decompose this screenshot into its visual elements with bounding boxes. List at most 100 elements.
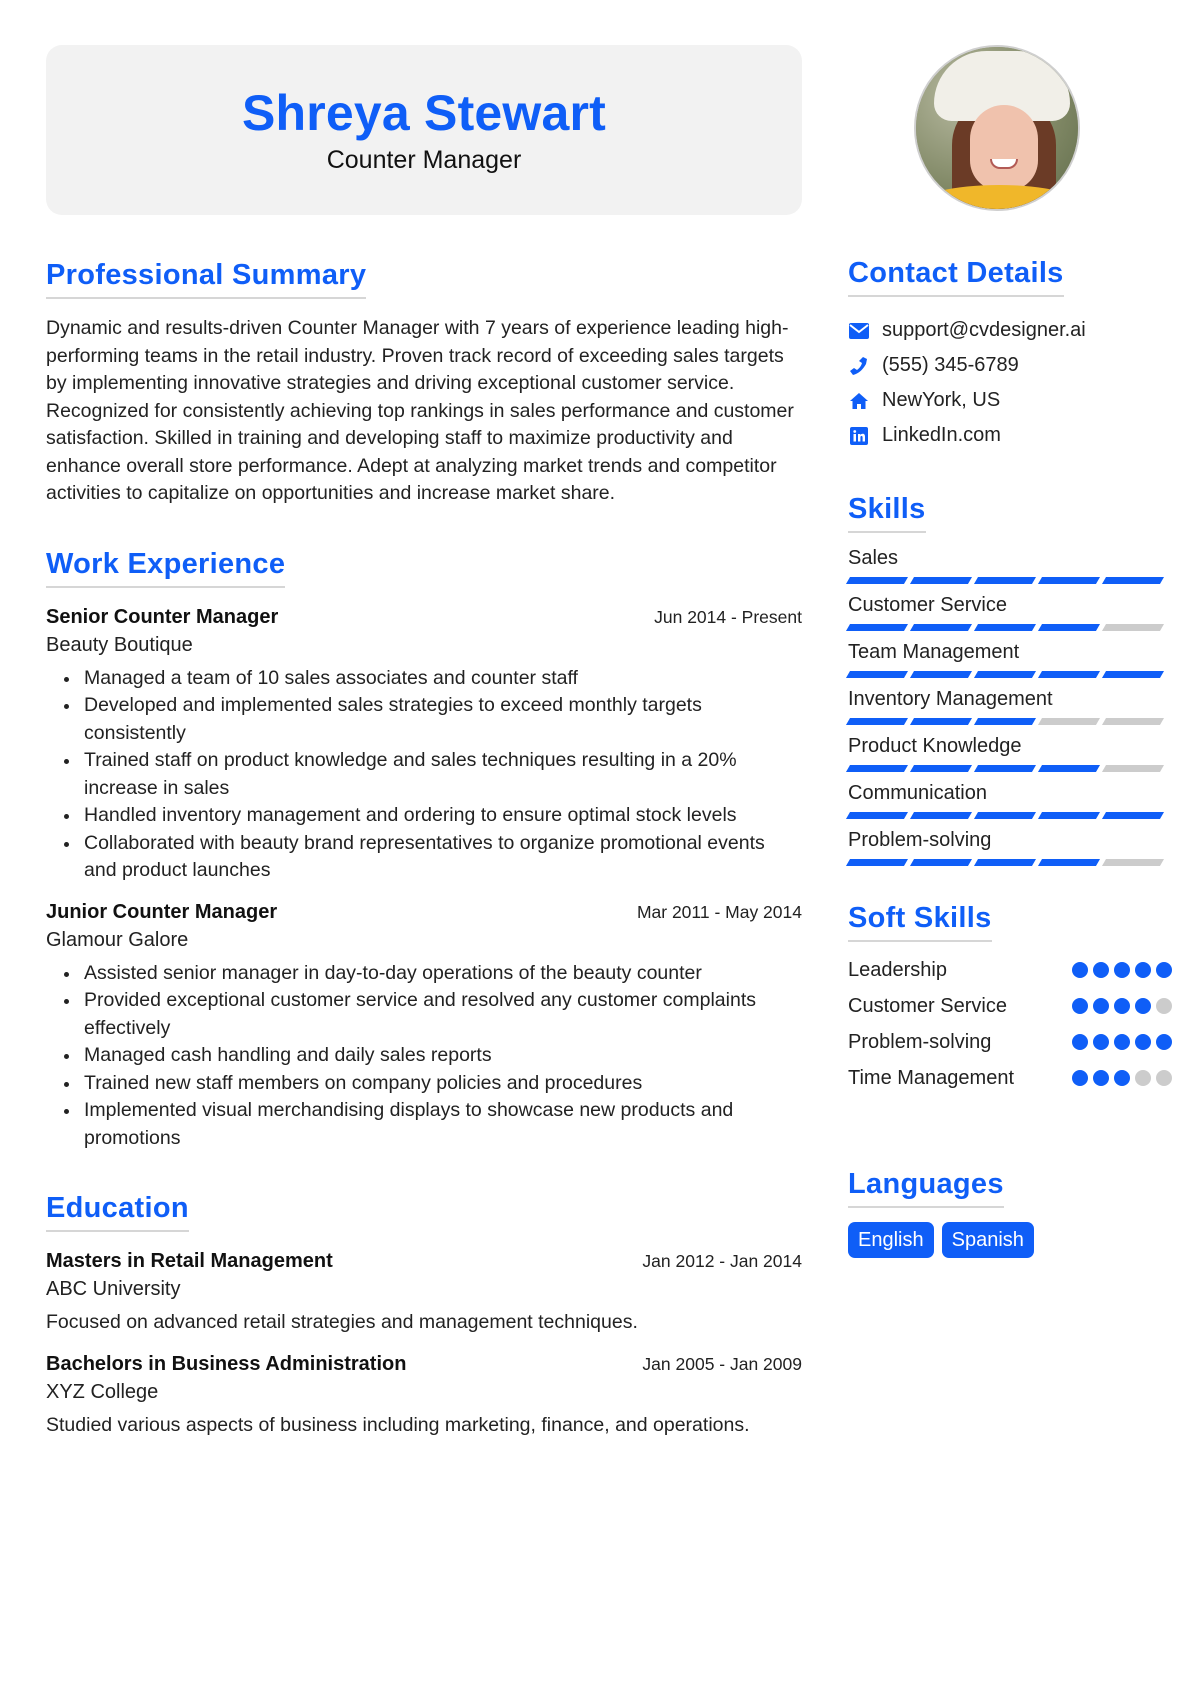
contact-heading: Contact Details [848, 255, 1064, 297]
skill-item: Communication [845, 778, 1172, 819]
rating-segment-filled [909, 859, 973, 866]
rating-segment-empty [1101, 624, 1165, 631]
rating-segment-filled [973, 718, 1037, 725]
rating-segment-filled [909, 624, 973, 631]
skill-name: Team Management [848, 641, 1020, 663]
rating-segment-filled [909, 671, 973, 678]
rating-segment-filled [973, 624, 1037, 631]
job-entry: Junior Counter Manager Mar 2011 - May 20… [46, 899, 802, 1153]
soft-skill-item: Customer Service [848, 988, 1172, 1024]
rating-segment-filled [973, 812, 1037, 819]
job-title: Junior Counter Manager [46, 900, 278, 923]
rating-segment-filled [1037, 671, 1101, 678]
experience-heading: Work Experience [46, 546, 286, 588]
contact-section: Contact Details support@cvdesigner.ai (5… [848, 255, 1172, 453]
rating-segment-filled [1037, 812, 1101, 819]
skill-item: Problem-solving [845, 825, 1172, 866]
main-column: Shreya Stewart Counter Manager Professio… [46, 45, 802, 1439]
rating-segment-filled [1101, 671, 1165, 678]
rating-segment-filled [845, 859, 909, 866]
rating-dot-filled [1135, 998, 1151, 1014]
language-list: English Spanish [848, 1222, 1172, 1258]
rating-dot-filled [1156, 1034, 1172, 1050]
skill-name: Customer Service [848, 594, 1007, 616]
rating-dot-filled [1135, 1034, 1151, 1050]
education-entry: Masters in Retail Management Jan 2012 - … [46, 1248, 802, 1337]
rating-segment-empty [1101, 765, 1165, 772]
header-card: Shreya Stewart Counter Manager [46, 45, 802, 215]
contact-email[interactable]: support@cvdesigner.ai [848, 313, 1172, 348]
rating-dot-filled [1093, 998, 1109, 1014]
job-date: Mar 2011 - May 2014 [636, 901, 802, 922]
rating-segment-filled [909, 577, 973, 584]
summary-section: Professional Summary Dynamic and results… [46, 257, 802, 508]
skill-name: Sales [848, 547, 899, 569]
soft-skill-rating-dots [1072, 1070, 1172, 1086]
education-heading: Education [46, 1190, 189, 1232]
skill-name: Product Knowledge [848, 735, 1022, 757]
skill-list: Sales Customer Service Team Management Inve… [845, 543, 1172, 866]
education-section: Education Masters in Retail Management J… [46, 1190, 802, 1439]
soft-skills-heading: Soft Skills [848, 900, 992, 942]
rating-dot-filled [1135, 962, 1151, 978]
education-date: Jan 2012 - Jan 2014 [642, 1251, 802, 1271]
skill-item: Sales [845, 543, 1172, 584]
summary-text: Dynamic and results-driven Counter Manag… [46, 317, 794, 504]
degree-title: Masters in Retail Management [46, 1250, 333, 1272]
rating-segment-filled [845, 671, 909, 678]
soft-skill-item: Problem-solving [848, 1024, 1172, 1060]
rating-dot-filled [1072, 962, 1088, 978]
candidate-name: Shreya Stewart [241, 85, 607, 141]
job-bullets: Assisted senior manager in day-to-day op… [46, 960, 802, 1153]
rating-dot-filled [1114, 998, 1130, 1014]
phone-icon [848, 355, 870, 377]
soft-skill-rating-dots [1072, 1034, 1172, 1050]
candidate-title: Counter Manager [326, 146, 522, 174]
contact-linkedin[interactable]: LinkedIn.com [848, 418, 1172, 453]
bullet-item: Developed and implemented sales strategi… [46, 692, 802, 747]
rating-dot-empty [1156, 998, 1172, 1014]
rating-segment-filled [973, 577, 1037, 584]
job-company: Glamour Galore [46, 928, 189, 951]
experience-section: Work Experience Senior Counter Manager J… [46, 546, 802, 1153]
rating-segment-filled [973, 859, 1037, 866]
soft-skill-name: Problem-solving [848, 1030, 992, 1053]
bullet-item: Managed a team of 10 sales associates an… [46, 665, 802, 693]
education-entry: Bachelors in Business Administration Jan… [46, 1351, 802, 1440]
home-icon [848, 390, 870, 412]
bullet-item: Handled inventory management and orderin… [46, 802, 802, 830]
skill-rating-bar [845, 577, 1172, 584]
contact-linkedin-text: LinkedIn.com [882, 424, 1001, 446]
job-company: Beauty Boutique [46, 633, 193, 656]
job-entry: Senior Counter Manager Jun 2014 - Presen… [46, 604, 802, 885]
skill-rating-bar [845, 859, 1172, 866]
contact-email-text: support@cvdesigner.ai [882, 319, 1086, 341]
bullet-item: Trained staff on product knowledge and s… [46, 747, 802, 802]
school-name: ABC University [46, 1278, 181, 1300]
rating-segment-filled [1101, 577, 1165, 584]
skill-item: Product Knowledge [845, 731, 1172, 772]
soft-skill-list: Leadership Customer Service Problem-solvin… [848, 952, 1172, 1096]
rating-segment-filled [1037, 765, 1101, 772]
rating-segment-filled [1101, 812, 1165, 819]
rating-segment-filled [1037, 859, 1101, 866]
contact-phone[interactable]: (555) 345-6789 [848, 348, 1172, 383]
rating-dot-filled [1093, 962, 1109, 978]
skill-name: Inventory Management [848, 688, 1053, 710]
skill-item: Inventory Management [845, 684, 1172, 725]
skills-section: Skills Sales Customer Service Team Managem… [845, 491, 1172, 866]
bullet-item: Assisted senior manager in day-to-day op… [46, 960, 802, 988]
skill-rating-bar [845, 718, 1172, 725]
job-date: Jun 2014 - Present [654, 606, 802, 627]
languages-heading: Languages [848, 1166, 1004, 1208]
rating-dot-filled [1072, 1070, 1088, 1086]
summary-heading: Professional Summary [46, 257, 367, 299]
job-title: Senior Counter Manager [46, 605, 279, 628]
rating-dot-filled [1114, 1070, 1130, 1086]
language-badge: English [848, 1222, 934, 1258]
rating-segment-filled [1037, 577, 1101, 584]
linkedin-icon [848, 425, 870, 447]
rating-segment-filled [845, 812, 909, 819]
soft-skill-item: Leadership [848, 952, 1172, 988]
rating-segment-empty [1037, 718, 1101, 725]
